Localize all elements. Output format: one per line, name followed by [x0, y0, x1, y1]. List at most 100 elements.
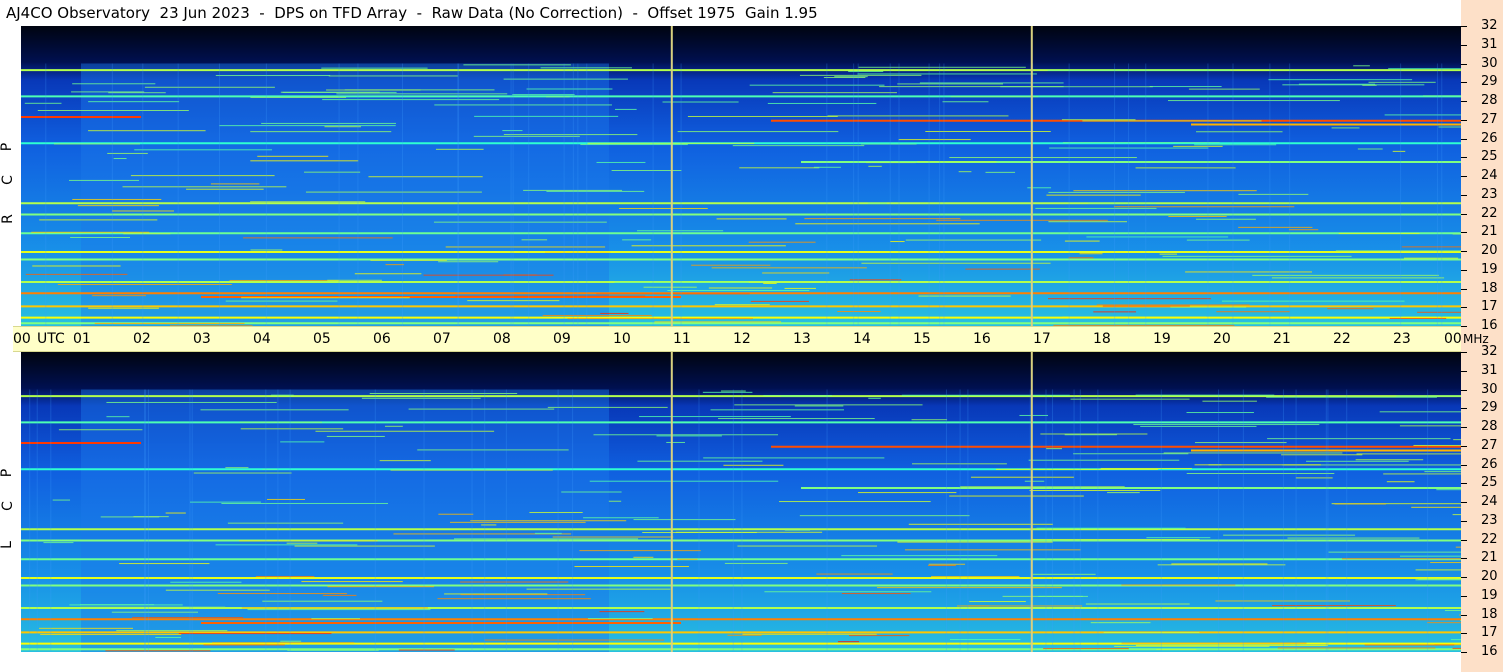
signal-streak — [877, 587, 1062, 589]
signal-streak — [1444, 610, 1461, 612]
signal-streak — [1194, 464, 1321, 466]
vertical-streak — [1068, 63, 1070, 326]
signal-streak — [262, 600, 383, 602]
signal-streak — [1090, 622, 1151, 624]
signal-streak — [384, 425, 403, 427]
x-tick-label: 19 — [1153, 331, 1171, 347]
vertical-streak — [471, 389, 473, 652]
signal-streak — [1047, 69, 1231, 71]
vertical-streak — [265, 63, 267, 326]
signal-streak — [1048, 221, 1128, 223]
signal-streak — [546, 96, 570, 98]
y-tick-label: 29 — [1481, 400, 1498, 415]
y-tick-mark — [1461, 615, 1467, 616]
signal-streak — [762, 272, 830, 274]
signal-streak — [867, 202, 887, 204]
vertical-streak — [1128, 63, 1130, 326]
signal-streak — [266, 498, 305, 500]
signal-streak — [622, 239, 652, 241]
vertical-streak — [144, 389, 146, 652]
vertical-streak — [1282, 389, 1284, 652]
vertical-streak — [741, 389, 743, 652]
y-tick-label: 27 — [1481, 438, 1498, 453]
signal-streak — [633, 519, 736, 521]
signal-streak — [463, 64, 571, 66]
signal-streak — [561, 213, 748, 215]
signal-streak — [503, 78, 628, 80]
signal-streak — [455, 295, 646, 297]
y-tick-label: 25 — [1481, 149, 1498, 164]
signal-streak — [1215, 600, 1351, 602]
signal-streak — [225, 467, 249, 469]
signal-streak — [552, 536, 674, 538]
signal-streak — [1238, 193, 1309, 195]
signal-streak — [742, 633, 877, 635]
signal-streak — [1436, 489, 1461, 491]
signal-streak — [470, 520, 627, 522]
signal-streak — [897, 541, 1053, 543]
x-tick-label: 21 — [1273, 331, 1291, 347]
vertical-streak — [943, 63, 945, 326]
signal-streak — [813, 166, 841, 168]
y-tick-label: 29 — [1481, 74, 1498, 89]
signal-streak — [1173, 145, 1223, 147]
signal-streak — [643, 286, 697, 288]
signal-streak — [484, 639, 665, 641]
signal-streak — [257, 155, 329, 157]
signal-streak — [737, 545, 878, 547]
signal-streak — [70, 236, 131, 238]
signal-streak — [1028, 459, 1180, 461]
y-tick-label: 20 — [1481, 569, 1498, 584]
signal-streak — [749, 84, 885, 86]
signal-streak — [596, 161, 646, 163]
signal-streak — [326, 435, 385, 437]
signal-streak — [72, 198, 162, 200]
y-tick-mark — [1461, 446, 1467, 447]
vertical-streak — [1097, 389, 1099, 652]
vertical-streak — [357, 63, 359, 326]
signal-streak — [1194, 144, 1277, 146]
signal-streak — [433, 221, 607, 223]
signal-streak — [328, 75, 458, 77]
signal-streak — [106, 416, 130, 418]
y-tick-mark — [1461, 326, 1467, 327]
signal-streak — [546, 190, 645, 192]
signal-streak — [1064, 434, 1117, 436]
signal-streak — [250, 201, 366, 203]
vertical-streak — [402, 63, 404, 326]
interference-line — [21, 618, 1461, 621]
signal-streak — [799, 515, 970, 517]
signal-streak — [1364, 644, 1455, 646]
y-tick-label: 30 — [1481, 56, 1498, 71]
signal-streak — [1450, 639, 1461, 641]
signal-streak — [710, 409, 844, 411]
signal-streak — [1186, 472, 1335, 474]
signal-streak — [703, 457, 885, 459]
signal-streak — [438, 513, 474, 515]
signal-streak — [662, 101, 739, 103]
y-tick-label: 25 — [1481, 475, 1498, 490]
signal-streak — [1306, 460, 1409, 462]
signal-streak — [1417, 311, 1461, 313]
signal-streak — [858, 492, 957, 494]
signal-streak — [868, 397, 881, 399]
signal-streak — [727, 634, 762, 636]
y-tick-label: 26 — [1481, 457, 1498, 472]
signal-streak — [1399, 425, 1461, 427]
signal-streak — [890, 241, 905, 243]
signal-streak — [227, 522, 344, 524]
signal-streak — [1368, 81, 1436, 83]
vertical-streak — [512, 63, 514, 326]
y-tick-label: 32 — [1481, 18, 1498, 33]
vertical-streak — [50, 389, 52, 652]
signal-streak — [837, 641, 860, 643]
signal-streak — [579, 550, 701, 552]
signal-streak — [1334, 503, 1386, 505]
y-tick-label: 22 — [1481, 206, 1498, 221]
signal-streak — [897, 83, 1004, 85]
signal-streak — [1424, 471, 1461, 473]
signal-streak — [1070, 398, 1190, 400]
vertical-streak — [144, 389, 146, 652]
signal-streak — [849, 635, 910, 637]
signal-streak — [708, 287, 773, 289]
